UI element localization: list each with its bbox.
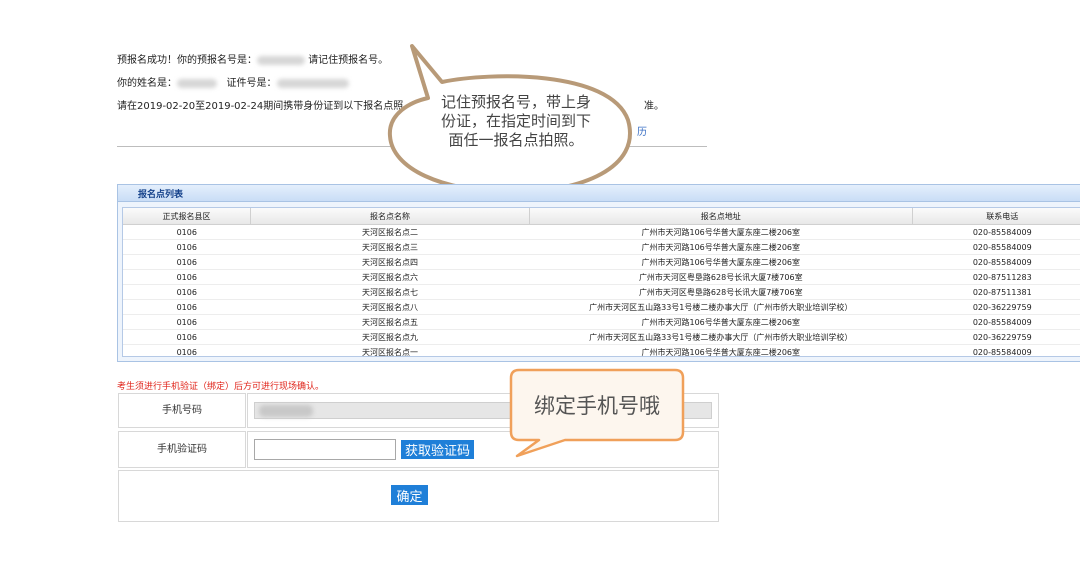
cell-point-name: 天河区报名点三 <box>250 239 530 255</box>
cell-phone: 020-36229759 <box>912 299 1080 315</box>
table-row[interactable]: 0106 天河区报名点九 广州市天河区五山路33号1号楼二楼办事大厅（广州市侨大职业… <box>123 329 1080 345</box>
cell-point-name: 天河区报名点九 <box>250 329 530 345</box>
cell-phone: 020-85584009 <box>912 314 1080 330</box>
registration-point-table: 正式报名县区 报名点名称 报名点地址 联系电话 0106 天河区报名点二 广州市天河… <box>123 208 1080 356</box>
bind-phone-callout-text: 绑定手机号哦 <box>534 394 660 418</box>
column-header-phone[interactable]: 联系电话 <box>912 208 1080 225</box>
cell-district: 0106 <box>123 299 251 315</box>
cell-point-name: 天河区报名点六 <box>250 269 530 285</box>
cell-district: 0106 <box>123 329 251 345</box>
cell-phone: 020-85584009 <box>912 254 1080 270</box>
table-row[interactable]: 0106 天河区报名点七 广州市天河区粤垦路628号长讯大厦7楼706室 020-87… <box>123 284 1080 300</box>
name-label: 你的姓名是： <box>117 78 177 89</box>
table-row[interactable]: 0106 天河区报名点三 广州市天河路106号华普大厦东座二楼206室 020-855… <box>123 239 1080 255</box>
table-row[interactable]: 0106 天河区报名点五 广州市天河路106号华普大厦东座二楼206室 020-855… <box>123 314 1080 330</box>
table-row[interactable]: 0106 天河区报名点六 广州市天河区粤垦路628号长讯大厦7楼706室 020-87… <box>123 269 1080 285</box>
cell-point-name: 天河区报名点五 <box>250 314 530 330</box>
table-row[interactable]: 0106 天河区报名点一 广州市天河路106号华普大厦东座二楼206室 020-855… <box>123 344 1080 356</box>
cell-point-name: 天河区报名点八 <box>250 299 530 315</box>
column-header-district[interactable]: 正式报名县区 <box>123 208 252 225</box>
cell-point-name: 天河区报名点二 <box>250 224 530 240</box>
cell-address: 广州市天河区五山路33号1号楼二楼办事大厅（广州市侨大职业培训学校） <box>529 329 912 345</box>
cell-address: 广州市天河路106号华普大厦东座二楼206室 <box>529 344 912 356</box>
cell-phone: 020-87511381 <box>912 284 1080 300</box>
phone-verification-warning: 考生须进行手机验证（绑定）后方可进行现场确认。 <box>117 382 325 392</box>
success-message: 预报名成功！你的预报名号是： <box>117 55 257 66</box>
cell-point-name: 天河区报名点四 <box>250 254 530 270</box>
redacted-registration-number <box>257 55 305 65</box>
column-header-address[interactable]: 报名点地址 <box>529 208 913 225</box>
instruction-line: 请在2019-02-20至2019-02-24期间携带身份证到以下报名点照 <box>117 101 403 113</box>
speech-bubble-text: 记住预报名号，带上身 份证，在指定时间到下 面任一报名点拍照。 <box>440 93 591 149</box>
instruction-text: 请在2019-02-20至2019-02-24期间携带身份证到以下报名点照 <box>117 101 404 112</box>
panel-header: 报名点列表 <box>118 185 1080 202</box>
table-row[interactable]: 0106 天河区报名点四 广州市天河路106号华普大厦东座二楼206室 020-855… <box>123 254 1080 270</box>
registration-success-line: 预报名成功！你的预报名号是： 请记住预报名号。 <box>117 55 388 67</box>
phone-label: 手机号码 <box>162 405 202 416</box>
verification-code-label: 手机验证码 <box>157 444 207 455</box>
cell-phone: 020-87511283 <box>912 269 1080 285</box>
redacted-id-number <box>276 78 349 88</box>
cell-phone: 020-85584009 <box>912 344 1080 356</box>
confirm-row: 确定 <box>118 470 719 522</box>
cell-district: 0106 <box>123 239 251 255</box>
remember-number-message: 请记住预报名号。 <box>308 55 389 66</box>
table-row[interactable]: 0106 天河区报名点二 广州市天河路106号华普大厦东座二楼206室 020-855… <box>123 224 1080 240</box>
column-header-point-name[interactable]: 报名点名称 <box>250 208 531 225</box>
cell-phone: 020-85584009 <box>912 224 1080 240</box>
cell-address: 广州市天河区五山路33号1号楼二楼办事大厅（广州市侨大职业培训学校） <box>529 299 912 315</box>
registration-point-panel: 报名点列表 正式报名县区 报名点名称 报名点地址 联系电话 0106 天河区报名点… <box>117 184 1080 362</box>
id-label: 证件号是： <box>226 78 277 89</box>
verification-code-input[interactable] <box>254 439 396 460</box>
cell-district: 0106 <box>123 254 251 270</box>
cell-address: 广州市天河区粤垦路628号长讯大厦7楼706室 <box>529 284 912 300</box>
cell-address: 广州市天河路106号华普大厦东座二楼206室 <box>529 314 912 330</box>
confirm-button[interactable]: 确定 <box>391 485 428 505</box>
cell-district: 0106 <box>123 344 251 356</box>
name-id-line: 你的姓名是： 证件号是： <box>117 78 349 90</box>
cell-district: 0106 <box>123 314 251 330</box>
redacted-name <box>177 78 217 88</box>
cell-address: 广州市天河路106号华普大厦东座二楼206室 <box>529 239 912 255</box>
code-label-cell: 手机验证码 <box>118 431 246 468</box>
panel-title: 报名点列表 <box>138 190 184 200</box>
table-header-row: 正式报名县区 报名点名称 报名点地址 联系电话 <box>123 208 1080 225</box>
phone-label-cell: 手机号码 <box>118 393 246 428</box>
cell-district: 0106 <box>123 269 251 285</box>
cell-phone: 020-85584009 <box>912 239 1080 255</box>
cell-address: 广州市天河路106号华普大厦东座二楼206室 <box>529 254 912 270</box>
cell-district: 0106 <box>123 224 251 240</box>
get-code-button[interactable]: 获取验证码 <box>401 440 474 459</box>
redacted-phone-number <box>259 405 313 417</box>
table-row[interactable]: 0106 天河区报名点八 广州市天河区五山路33号1号楼二楼办事大厅（广州市侨大职业… <box>123 299 1080 315</box>
cell-address: 广州市天河区粤垦路628号长讯大厦7楼706室 <box>529 269 912 285</box>
cell-district: 0106 <box>123 284 251 300</box>
cell-point-name: 天河区报名点一 <box>250 344 530 356</box>
cell-address: 广州市天河路106号华普大厦东座二楼206室 <box>529 224 912 240</box>
cell-phone: 020-36229759 <box>912 329 1080 345</box>
registration-point-grid: 正式报名县区 报名点名称 报名点地址 联系电话 0106 天河区报名点二 广州市天河… <box>122 207 1080 357</box>
cell-point-name: 天河区报名点七 <box>250 284 530 300</box>
